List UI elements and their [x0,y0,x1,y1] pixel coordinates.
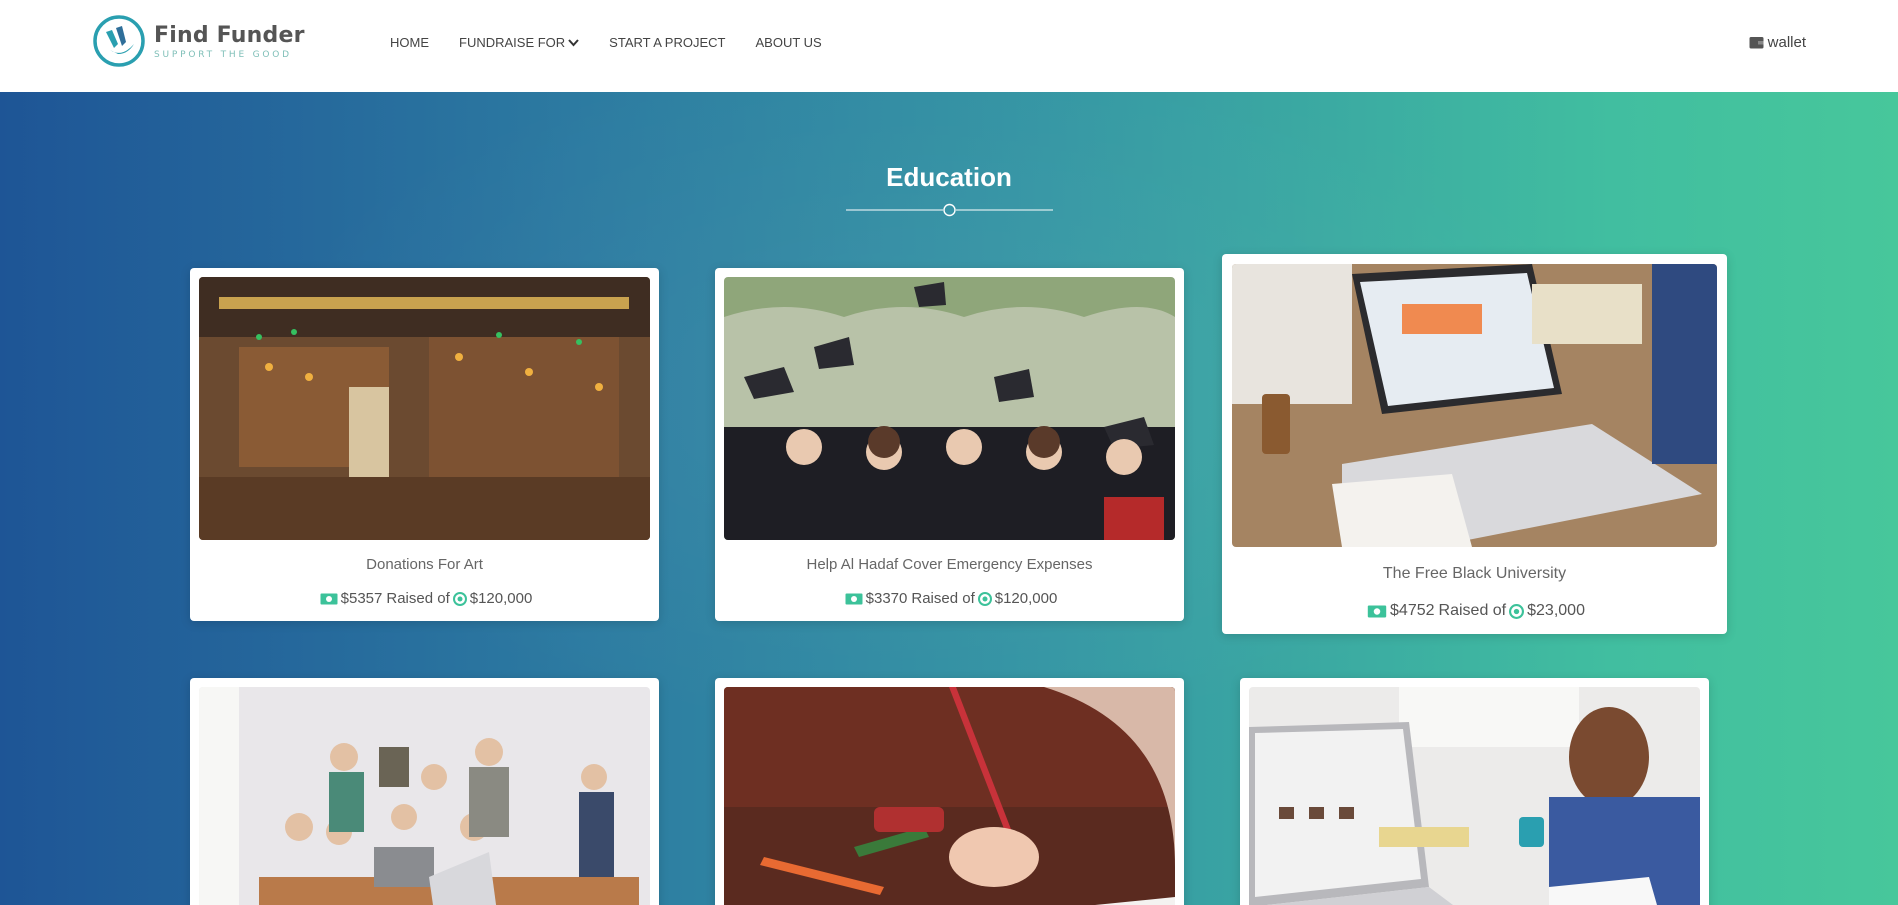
target-icon [452,591,467,606]
campaign-stats: $3370 Raised of $120,000 [715,590,1184,607]
goal-amount: $23,000 [1527,602,1585,619]
raised-amount: $4752 [1390,602,1435,619]
brand-tagline: SUPPORT THE GOOD [154,49,292,60]
title-divider [846,203,1053,217]
raised-of-label: Raised of [386,590,450,607]
campaign-title: Help Al Hadaf Cover Emergency Expenses [806,556,1093,573]
raised-amount: $5357 [340,590,383,607]
nav-about-label: ABOUT US [755,35,822,50]
chevron-down-icon [568,38,579,46]
section-title: Education [886,162,1012,192]
logo-text: Find Funder SUPPORT THE GOOD [154,23,305,60]
campaign-card[interactable] [1240,678,1709,905]
raised-amount: $3370 [865,590,908,607]
hands-logo-icon [93,15,145,67]
nav-home-label: HOME [390,35,429,50]
campaign-image-graduation [724,277,1175,540]
money-bill-icon [845,593,863,605]
campaign-title: Donations For Art [366,556,483,573]
campaign-card[interactable] [190,678,659,905]
campaign-card[interactable]: Donations For Art $5357 Raised of $120,0… [190,268,659,621]
money-bill-icon [320,593,338,605]
nav-about-us[interactable]: ABOUT US [755,35,821,50]
campaign-image-library [199,277,650,540]
money-bill-icon [1367,605,1387,618]
nav-fundraise-label: FUNDRAISE FOR [459,35,566,50]
raised-of-label: Raised of [911,590,975,607]
campaign-image-man-writing [1249,687,1700,905]
goal-amount: $120,000 [469,590,533,607]
campaign-card[interactable] [715,678,1184,905]
campaign-stats: $5357 Raised of $120,000 [190,590,659,607]
wallet-label: wallet [1767,34,1806,51]
wallet-icon [1749,37,1764,49]
campaign-image-group-study [199,687,650,905]
site-header: Find Funder SUPPORT THE GOOD HOME FUNDRA… [0,0,1898,92]
main-nav: HOME FUNDRAISE FOR START A PROJECT ABOUT… [390,35,852,50]
campaign-title: The Free Black University [1382,565,1567,582]
nav-start-label: START A PROJECT [609,35,726,50]
campaign-card[interactable]: The Free Black University $4752 Raised o… [1222,254,1727,634]
target-icon [977,591,992,606]
campaign-image-child-drawing [724,687,1175,905]
campaign-image-laptop [1232,264,1717,547]
nav-home[interactable]: HOME [390,35,429,50]
target-icon [1509,603,1525,619]
brand-name: Find Funder [154,22,305,48]
nav-start-project[interactable]: START A PROJECT [609,35,725,50]
raised-of-label: Raised of [1438,602,1507,619]
goal-amount: $120,000 [994,590,1058,607]
campaign-stats: $4752 Raised of $23,000 [1222,602,1727,620]
brand-logo[interactable]: Find Funder SUPPORT THE GOOD [92,14,305,68]
wallet-link[interactable]: wallet [1749,34,1806,51]
campaign-card[interactable]: Help Al Hadaf Cover Emergency Expenses $… [715,268,1184,621]
nav-fundraise-for[interactable]: FUNDRAISE FOR [459,35,579,50]
